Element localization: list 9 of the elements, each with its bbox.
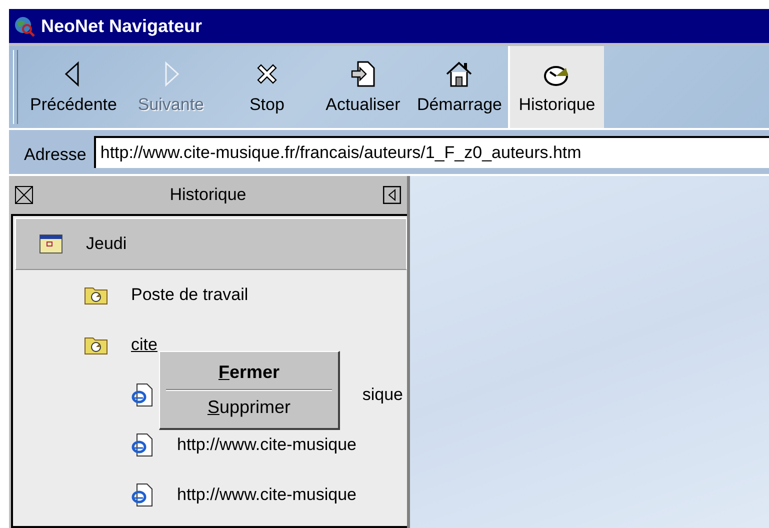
- history-item-label: sique: [362, 385, 403, 405]
- window-title: NeoNet Navigateur: [41, 16, 202, 36]
- history-item-label: http://www.cite-musique: [177, 435, 357, 455]
- history-item-label: Jeudi: [86, 234, 127, 254]
- history-item-label: Poste de travail: [131, 285, 248, 305]
- address-label: Adresse: [24, 145, 86, 165]
- history-item-label: cite: [131, 335, 158, 355]
- history-item-label: http://www.cite-musique: [177, 485, 357, 505]
- panel-title: Historique: [168, 185, 248, 205]
